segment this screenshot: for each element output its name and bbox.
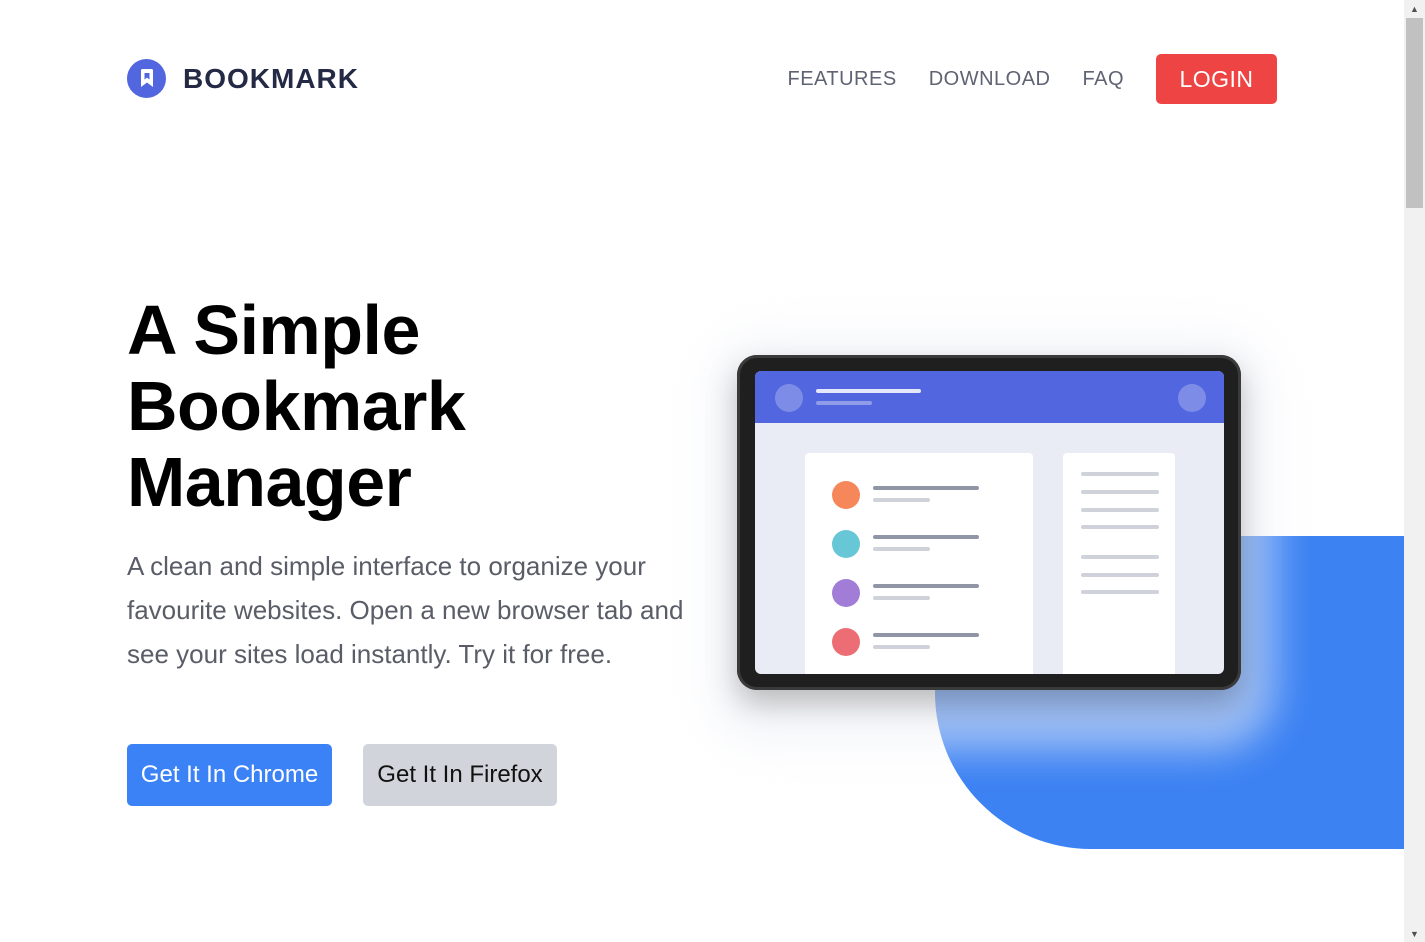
- tablet-screen: [755, 371, 1224, 674]
- bookmark-dot: [832, 579, 860, 607]
- bookmark-icon: [127, 59, 166, 98]
- sidebar-line: [1081, 525, 1159, 529]
- sidebar-card: [1063, 453, 1175, 674]
- hero-title: A Simple Bookmark Manager: [127, 291, 466, 521]
- screen-header-bar: [755, 371, 1224, 423]
- bookmark-line: [873, 486, 979, 490]
- bookmark-dot: [832, 481, 860, 509]
- sidebar-line: [1081, 472, 1159, 476]
- scroll-down-icon[interactable]: ▼: [1404, 925, 1425, 942]
- scrollbar-thumb[interactable]: [1406, 18, 1423, 208]
- tablet-illustration: [737, 355, 1241, 690]
- bookmark-line: [873, 584, 979, 588]
- header-line: [816, 389, 921, 393]
- nav-features-link[interactable]: FEATURES: [787, 68, 896, 91]
- main-nav: FEATURES DOWNLOAD FAQ LOGIN: [787, 54, 1277, 104]
- bookmark-line: [873, 633, 979, 637]
- get-chrome-button[interactable]: Get It In Chrome: [127, 744, 332, 806]
- bookmark-line: [873, 645, 930, 649]
- vertical-scrollbar[interactable]: ▲ ▼: [1404, 0, 1425, 942]
- avatar-placeholder: [775, 384, 803, 412]
- bookmark-dot: [832, 628, 860, 656]
- login-button[interactable]: LOGIN: [1156, 54, 1277, 104]
- bookmark-line: [873, 547, 930, 551]
- scroll-up-icon[interactable]: ▲: [1404, 0, 1425, 17]
- bookmark-line: [873, 535, 979, 539]
- nav-faq-link[interactable]: FAQ: [1082, 68, 1124, 91]
- brand-name: BOOKMARK: [183, 62, 359, 94]
- bookmark-line: [873, 498, 930, 502]
- sidebar-line: [1081, 555, 1159, 559]
- sidebar-line: [1081, 573, 1159, 577]
- nav-download-link[interactable]: DOWNLOAD: [929, 68, 1051, 91]
- menu-placeholder: [1178, 384, 1206, 412]
- hero-description: A clean and simple interface to organize…: [127, 551, 684, 669]
- sidebar-line: [1081, 508, 1159, 512]
- header-line: [816, 401, 872, 405]
- sidebar-line: [1081, 590, 1159, 594]
- bookmark-list-card: [805, 453, 1033, 674]
- bookmark-dot: [832, 530, 860, 558]
- sidebar-line: [1081, 490, 1159, 494]
- brand-logo[interactable]: BOOKMARK: [127, 59, 359, 98]
- get-firefox-button[interactable]: Get It In Firefox: [363, 744, 557, 806]
- page-viewport: BOOKMARK FEATURES DOWNLOAD FAQ LOGIN A S…: [0, 0, 1404, 942]
- bookmark-line: [873, 596, 930, 600]
